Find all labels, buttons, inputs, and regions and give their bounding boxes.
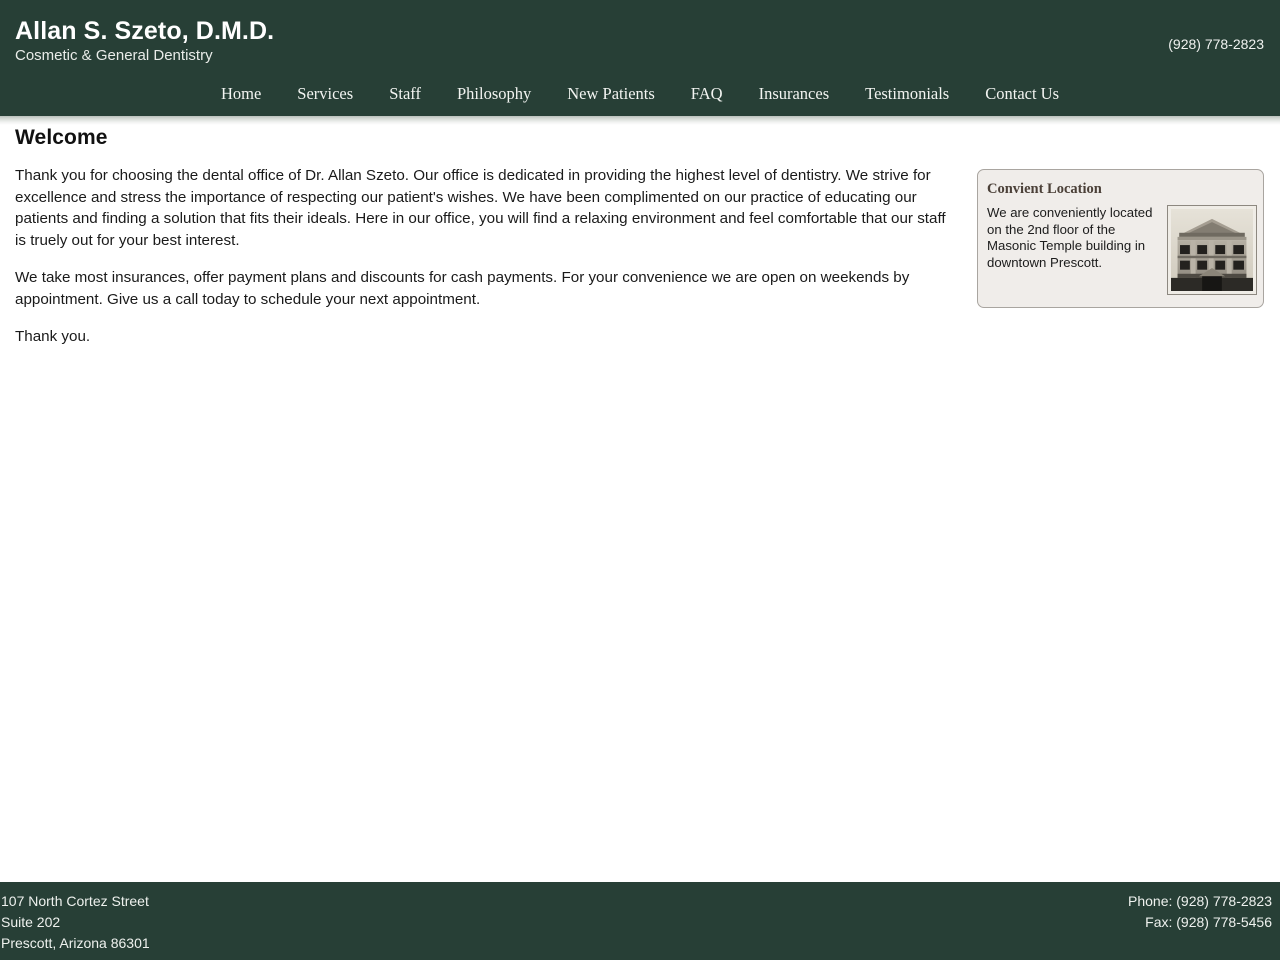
site-footer: 107 North Cortez Street Suite 202 Presco… [0,882,1280,960]
location-card-body: We are conveniently located on the 2nd f… [987,205,1257,295]
intro-paragraph: Thank you for choosing the dental office… [15,167,946,249]
brand-block[interactable]: Allan S. Szeto, D.M.D. Cosmetic & Genera… [15,17,274,66]
nav-link-contact-us[interactable]: Contact Us [967,71,1077,116]
footer-fax: Fax: (928) 778-5456 [1145,914,1272,930]
location-card: Convient Location We are conveniently lo… [977,169,1264,308]
nav-list: Home Services Staff Philosophy New Patie… [0,71,1280,116]
location-card-heading: Convient Location [987,181,1102,197]
footer-inner: 107 North Cortez Street Suite 202 Presco… [0,882,1280,960]
header-phone-number[interactable]: (928) 778-2823 [1168,35,1264,53]
footer-address-city-state-zip: Prescott, Arizona 86301 [1,935,150,951]
primary-navigation: Home Services Staff Philosophy New Patie… [0,71,1280,116]
practice-name: Allan S. Szeto, D.M.D. [15,17,275,45]
nav-item-services[interactable]: Services [279,71,371,116]
nav-item-testimonials[interactable]: Testimonials [847,71,967,116]
nav-item-new-patients[interactable]: New Patients [549,71,673,116]
nav-link-insurances[interactable]: Insurances [741,71,848,116]
location-card-text: We are conveniently located on the 2nd f… [987,205,1153,270]
footer-contact: Phone: (928) 778-2823 Fax: (928) 778-545… [1128,891,1272,933]
nav-link-services[interactable]: Services [279,71,371,116]
footer-address-suite: Suite 202 [1,914,61,930]
nav-link-testimonials[interactable]: Testimonials [847,71,967,116]
practice-tagline: Cosmetic & General Dentistry [15,47,213,64]
footer-address-street: 107 North Cortez Street [1,893,149,909]
nav-item-insurances[interactable]: Insurances [741,71,848,116]
footer-phone[interactable]: Phone: (928) 778-2823 [1128,891,1272,912]
nav-item-home[interactable]: Home [203,71,279,116]
nav-link-philosophy[interactable]: Philosophy [439,71,549,116]
building-illustration-icon [1171,209,1253,291]
closing-paragraph: Thank you. [15,328,91,345]
nav-link-faq[interactable]: FAQ [673,71,741,116]
insurance-paragraph: We take most insurances, offer payment p… [15,269,910,308]
nav-link-home[interactable]: Home [203,71,279,116]
nav-item-contact-us[interactable]: Contact Us [967,71,1077,116]
footer-address: 107 North Cortez Street Suite 202 Presco… [1,891,150,954]
page-title: Welcome [15,126,108,149]
masonic-temple-building-photo [1167,205,1257,295]
content-column: Welcome Thank you for choosing the denta… [15,125,960,348]
nav-item-staff[interactable]: Staff [371,71,439,116]
page-root: Allan S. Szeto, D.M.D. Cosmetic & Genera… [0,0,1280,960]
nav-item-philosophy[interactable]: Philosophy [439,71,549,116]
site-header: Allan S. Szeto, D.M.D. Cosmetic & Genera… [0,0,1280,71]
nav-link-new-patients[interactable]: New Patients [549,71,673,116]
nav-link-staff[interactable]: Staff [371,71,439,116]
nav-shadow-divider [0,116,1280,125]
nav-item-faq[interactable]: FAQ [673,71,741,116]
